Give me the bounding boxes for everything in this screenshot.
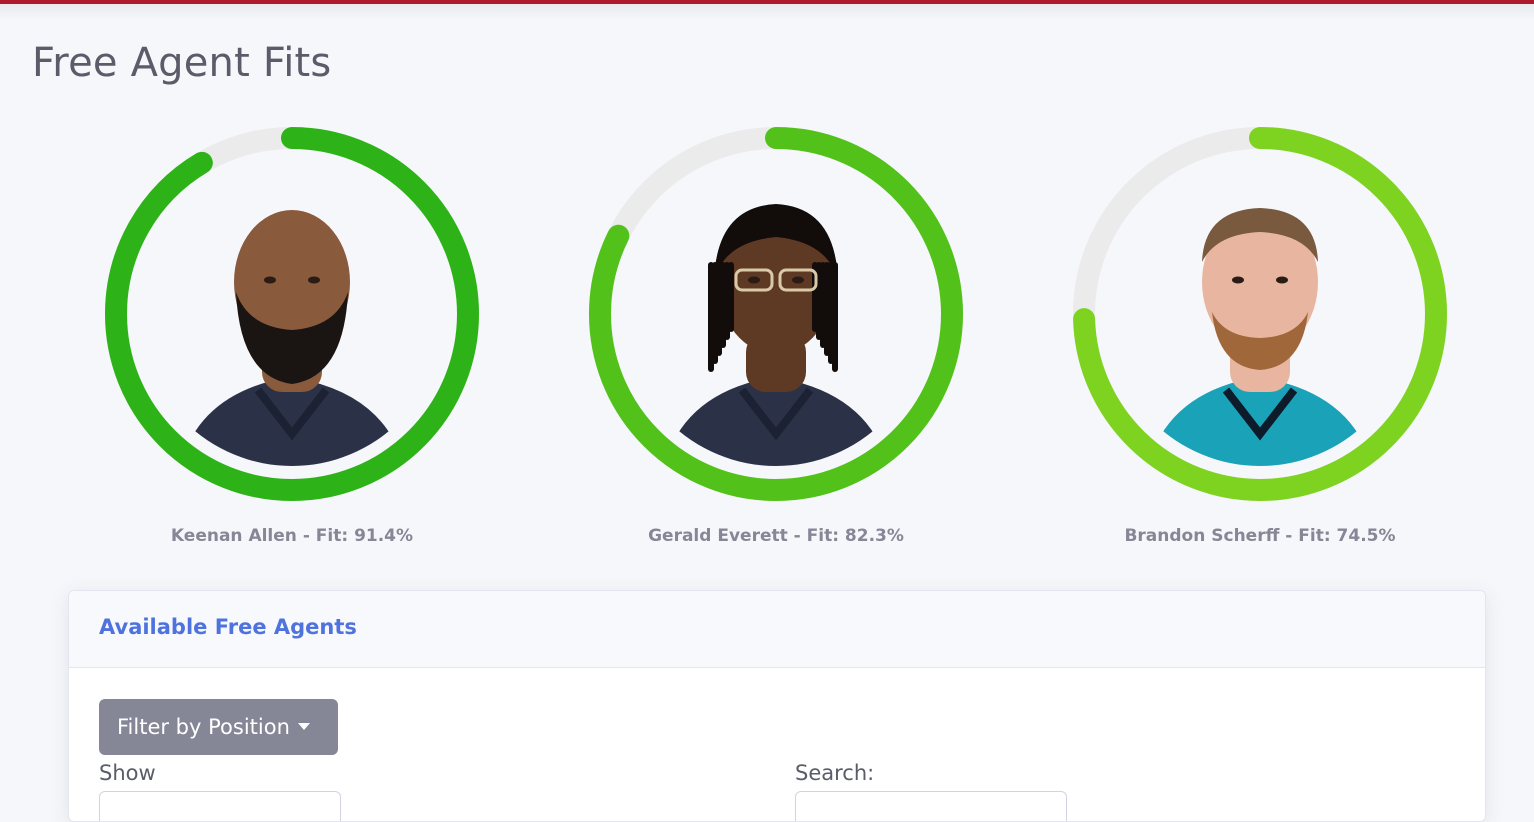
search-label: Search:	[795, 761, 875, 785]
caret-down-icon	[297, 723, 310, 730]
player-photo	[624, 162, 928, 466]
page-title: Free Agent Fits	[32, 40, 332, 86]
fit-label: Gerald Everett - Fit: 82.3%	[648, 526, 904, 546]
entries-select[interactable]	[99, 791, 341, 821]
player-photo	[140, 162, 444, 466]
free-agents-card: Available Free Agents Filter by Position…	[68, 590, 1486, 822]
card-header: Available Free Agents	[69, 591, 1485, 668]
fit-card-brandon-scherff[interactable]: Brandon Scherff - Fit: 74.5%	[1070, 124, 1450, 564]
fit-label: Keenan Allen - Fit: 91.4%	[170, 526, 414, 546]
fit-card-keenan-allen[interactable]: Keenan Allen - Fit: 91.4%	[102, 124, 482, 564]
filter-button-label: Filter by Position	[117, 715, 290, 739]
top-shadow	[0, 4, 1534, 20]
fit-card-gerald-everett[interactable]: Gerald Everett - Fit: 82.3%	[586, 124, 966, 564]
card-title: Available Free Agents	[99, 615, 357, 639]
search-input[interactable]	[795, 791, 1067, 821]
show-label: Show	[99, 761, 156, 785]
player-photo	[1108, 162, 1412, 466]
filter-by-position-button[interactable]: Filter by Position	[99, 699, 338, 755]
fit-label: Brandon Scherff - Fit: 74.5%	[1124, 526, 1396, 546]
